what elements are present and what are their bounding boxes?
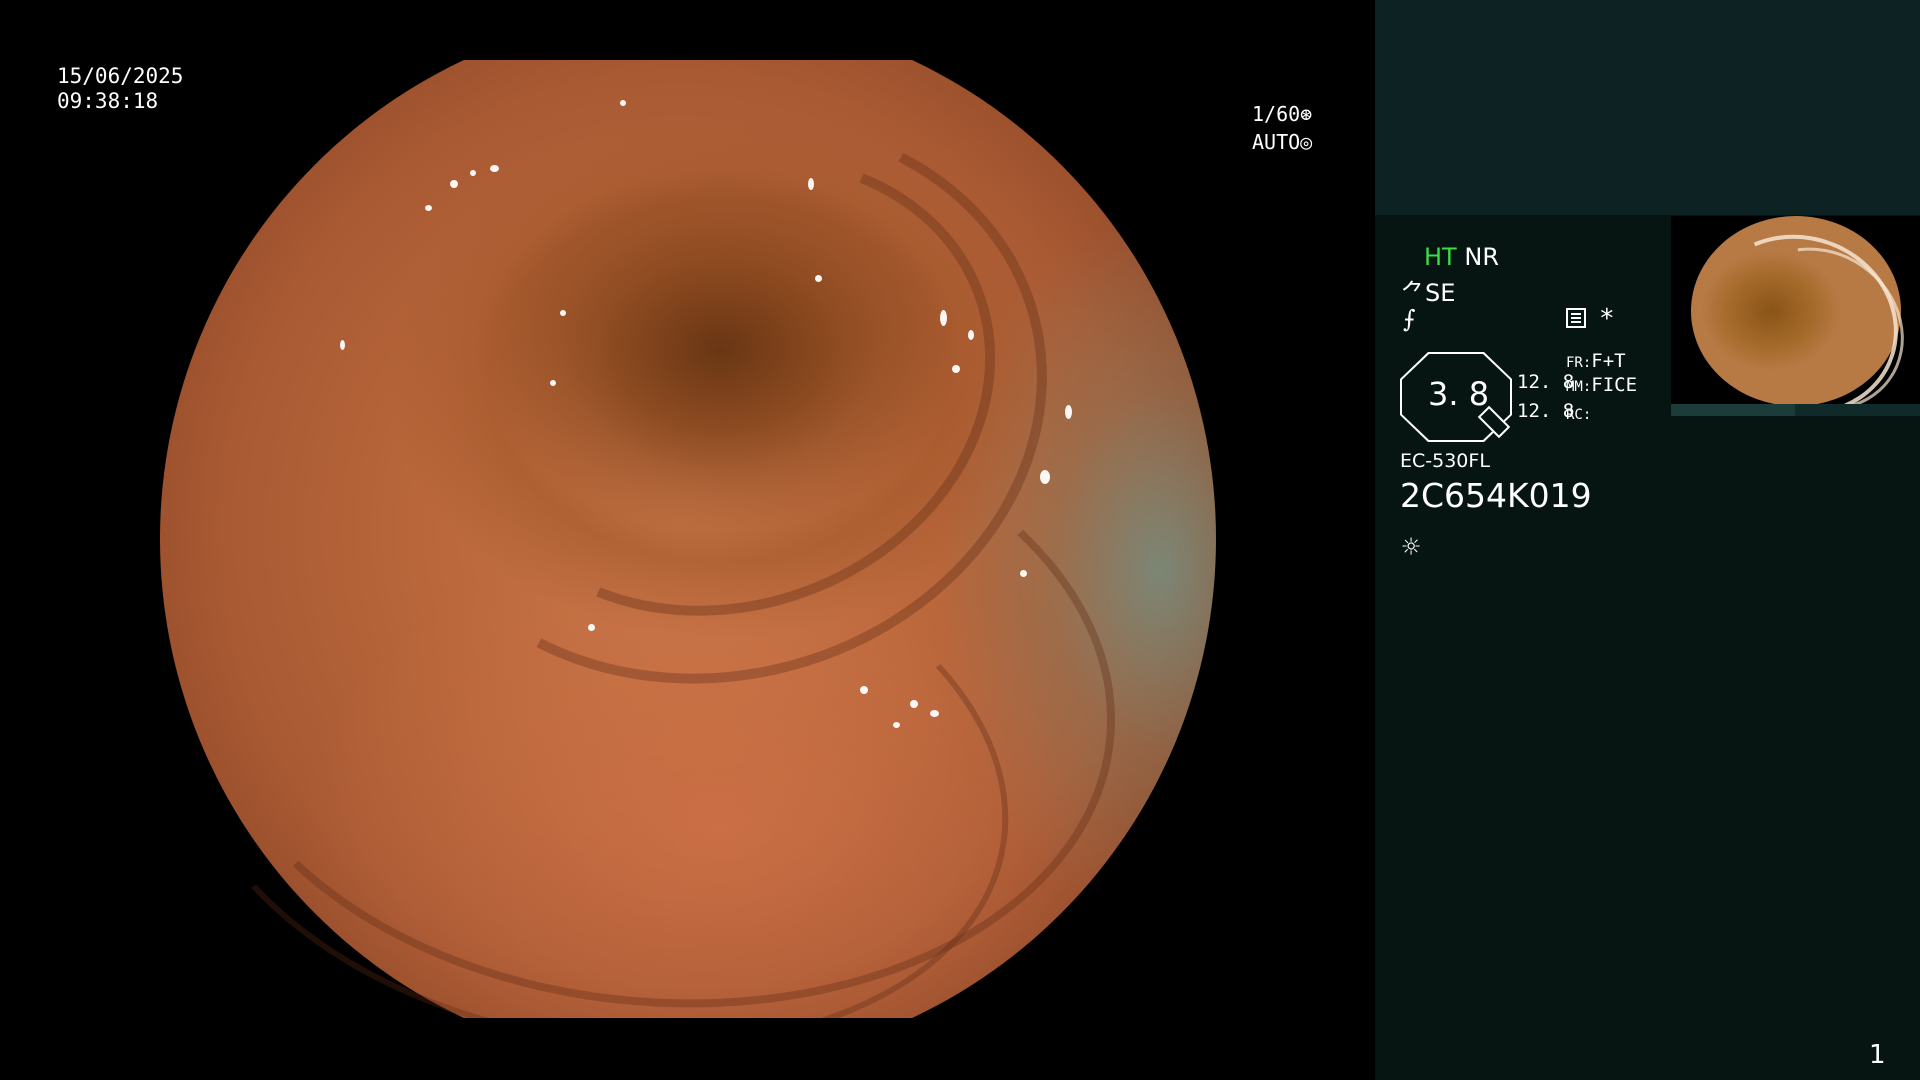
light-reflection	[425, 205, 432, 211]
light-reflection	[340, 340, 345, 350]
thumbnail-image[interactable]	[1671, 216, 1920, 404]
light-reflection	[588, 624, 595, 631]
scope-model: EC-530FL	[1400, 450, 1490, 472]
light-reflection	[808, 178, 814, 190]
light-reflection	[860, 686, 868, 694]
date-text: 15/06/2025	[57, 64, 184, 88]
rc-row: RC:	[1566, 402, 1591, 424]
exposure-mode: AUTO	[1252, 130, 1301, 154]
light-reflection	[1040, 470, 1050, 484]
light-source-icon: ☼	[1402, 530, 1421, 565]
shutter-row: 1/60⊛	[1252, 100, 1312, 128]
mm-value: FICE	[1591, 374, 1638, 396]
mm-row: MM:FICE	[1566, 374, 1637, 396]
light-reflection	[450, 180, 458, 188]
shutter-speed: 1/60	[1252, 102, 1301, 126]
endoscope-image	[160, 60, 1216, 1018]
mm-label: MM:	[1566, 379, 1592, 395]
auto-exposure-icon: ◎	[1300, 130, 1313, 154]
zoom-value: 3. 8	[1428, 375, 1490, 413]
light-reflection	[1065, 405, 1072, 419]
nr-label: NR	[1464, 243, 1499, 271]
endoscope-view	[160, 60, 1216, 1018]
ht-nr-indicator: HT NR	[1424, 243, 1499, 271]
function-icon: ⨍	[1403, 305, 1416, 333]
se-label: SE	[1425, 279, 1456, 307]
light-reflection	[550, 380, 556, 386]
light-reflection	[815, 275, 822, 282]
light-reflection	[893, 722, 900, 728]
endoscope-icon: ⺈	[1401, 279, 1425, 307]
rc-label: RC:	[1566, 407, 1592, 423]
light-reflection	[560, 310, 566, 316]
page-number: 1	[1869, 1040, 1886, 1070]
light-reflection	[620, 100, 626, 106]
ht-label: HT	[1424, 243, 1457, 271]
se-indicator: ⺈SE	[1401, 273, 1455, 308]
scope-serial: 2C654K019	[1400, 476, 1592, 515]
shutter-display: 1/60⊛ AUTO◎	[1252, 100, 1312, 156]
light-reflection	[930, 710, 939, 717]
date-time-display: 15/06/2025 09:38:18	[57, 64, 183, 114]
star-indicator: *	[1599, 304, 1615, 334]
light-reflection	[952, 365, 960, 373]
light-reflection	[968, 330, 974, 340]
light-reflection	[490, 165, 499, 172]
light-reflection	[1020, 570, 1027, 577]
fr-label: FR:	[1566, 355, 1592, 371]
light-reflection	[940, 310, 947, 326]
fr-row: FR:F+T	[1566, 350, 1626, 372]
info-panel-header	[1375, 0, 1920, 215]
exposure-row: AUTO◎	[1252, 128, 1312, 156]
light-reflection	[910, 700, 918, 708]
time-text: 09:38:18	[57, 89, 159, 113]
aperture-icon: ⊛	[1300, 102, 1313, 126]
list-icon	[1566, 308, 1586, 328]
fr-value: F+T	[1591, 350, 1626, 372]
thumbnail-bar-fill	[1671, 404, 1795, 416]
light-reflection	[470, 170, 476, 176]
